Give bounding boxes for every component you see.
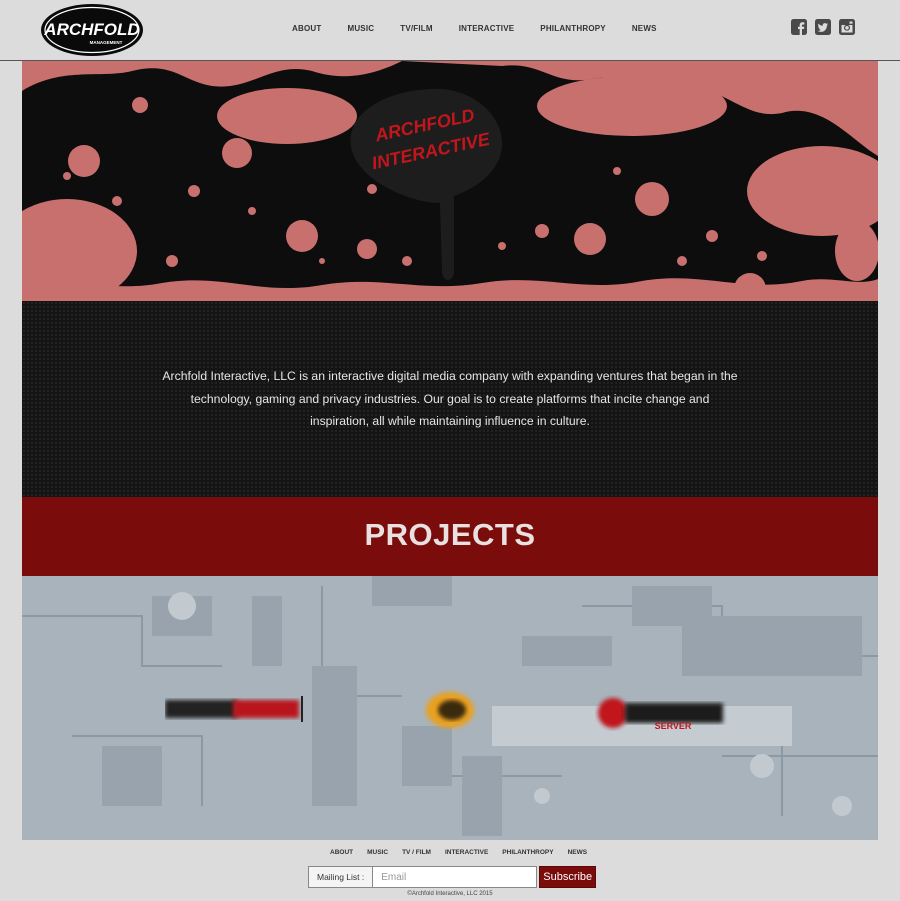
footer-nav-tv-film[interactable]: TV / FILM <box>402 849 431 856</box>
about-section: Archfold Interactive, LLC is an interact… <box>22 301 878 497</box>
project-logo-3-icon[interactable]: SERVER <box>595 693 730 733</box>
footer-nav: ABOUT MUSIC TV / FILM INTERACTIVE PHILAN… <box>330 849 601 856</box>
nav-item-tv-film[interactable]: TV/FILM <box>400 24 433 33</box>
copyright-text: ©Archfold Interactive, LLC 2015 <box>407 891 493 897</box>
subscribe-button[interactable]: Subscribe <box>539 866 597 888</box>
mailing-list-label: Mailing List : <box>308 866 374 888</box>
nav-item-music[interactable]: MUSIC <box>347 24 374 33</box>
nav-item-philanthropy[interactable]: PHILANTHROPY <box>540 24 606 33</box>
footer-nav-music[interactable]: MUSIC <box>367 849 388 856</box>
logo-text: ARCHFOLD <box>43 20 139 39</box>
mailing-list-form: Mailing List : Subscribe <box>308 866 597 888</box>
twitter-icon[interactable] <box>815 19 831 35</box>
archfold-logo[interactable]: ARCHFOLD MANAGEMENT <box>40 3 144 57</box>
footer-nav-interactive[interactable]: INTERACTIVE <box>445 849 488 856</box>
project-logo-3-sub: SERVER <box>655 721 692 731</box>
projects-showcase: SERVER <box>22 576 878 840</box>
project-logo-1-icon[interactable] <box>165 694 307 724</box>
splatter-graphic: ARCHFOLD INTERACTIVE <box>22 61 878 301</box>
footer-nav-philanthropy[interactable]: PHILANTHROPY <box>502 849 553 856</box>
nav-item-about[interactable]: ABOUT <box>292 24 321 33</box>
main-nav: ABOUT MUSIC TV/FILM INTERACTIVE PHILANTH… <box>292 24 683 33</box>
footer-nav-about[interactable]: ABOUT <box>330 849 353 856</box>
facebook-icon[interactable] <box>791 19 807 35</box>
projects-banner: PROJECTS <box>22 497 878 576</box>
footer-nav-news[interactable]: NEWS <box>568 849 588 856</box>
social-links <box>791 19 855 35</box>
nav-item-interactive[interactable]: INTERACTIVE <box>459 24 515 33</box>
instagram-icon[interactable] <box>839 19 855 35</box>
site-header: ARCHFOLD MANAGEMENT ABOUT MUSIC TV/FILM … <box>0 0 900 61</box>
projects-title: PROJECTS <box>364 517 536 552</box>
hero-banner: ARCHFOLD INTERACTIVE <box>22 61 878 301</box>
nav-item-news[interactable]: NEWS <box>632 24 657 33</box>
about-text: Archfold Interactive, LLC is an interact… <box>162 369 738 428</box>
email-input[interactable] <box>373 866 538 888</box>
logo-subtext: MANAGEMENT <box>90 40 123 45</box>
project-logo-2-icon[interactable] <box>422 688 482 732</box>
